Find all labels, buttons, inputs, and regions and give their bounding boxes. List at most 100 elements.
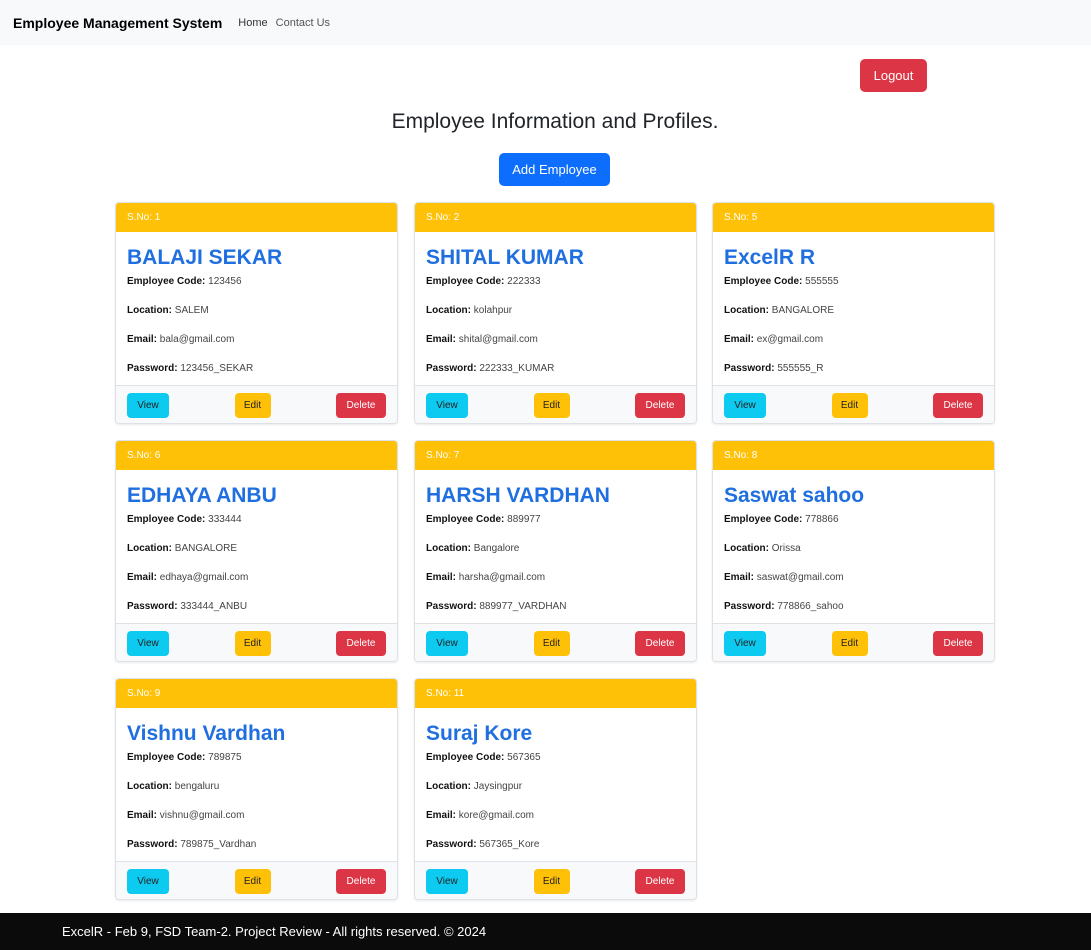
email-label: Email: xyxy=(724,334,755,345)
password-label: Password: xyxy=(426,363,477,374)
card-body: EDHAYA ANBU Employee Code: 333444 Location… xyxy=(116,470,397,623)
delete-button[interactable]: Delete xyxy=(336,869,386,894)
employee-code-label: Employee Code: xyxy=(426,514,505,525)
location-field: Location: Bangalore xyxy=(426,543,685,554)
card-body: Vishnu Vardhan Employee Code: 789875 Locat… xyxy=(116,708,397,861)
top-navbar: Employee Management System Home Contact … xyxy=(0,0,1091,45)
edit-button[interactable]: Edit xyxy=(533,869,570,894)
delete-button[interactable]: Delete xyxy=(336,393,386,418)
employee-code-label: Employee Code: xyxy=(127,276,206,287)
footer-text: ExcelR - Feb 9, FSD Team-2. Project Revi… xyxy=(62,924,487,939)
email-label: Email: xyxy=(426,334,457,345)
view-button[interactable]: View xyxy=(724,393,766,418)
delete-button[interactable]: Delete xyxy=(336,631,386,656)
email-field: Email: ex@gmail.com xyxy=(724,334,983,345)
email-field: Email: kore@gmail.com xyxy=(426,810,685,821)
card-footer: View Edit Delete xyxy=(116,385,397,423)
view-button[interactable]: View xyxy=(724,631,766,656)
card-header: S.No: 2 xyxy=(415,203,696,232)
edit-button[interactable]: Edit xyxy=(533,393,570,418)
employee-name: Suraj Kore xyxy=(426,722,533,745)
delete-button[interactable]: Delete xyxy=(635,869,685,894)
employee-code-label: Employee Code: xyxy=(724,276,803,287)
employee-name: HARSH VARDHAN xyxy=(426,484,610,507)
view-button[interactable]: View xyxy=(426,631,468,656)
email-field: Email: shital@gmail.com xyxy=(426,334,685,345)
email-value: harsha@gmail.com xyxy=(458,572,546,583)
nav-link-home[interactable]: Home xyxy=(238,17,267,29)
view-button[interactable]: View xyxy=(127,631,169,656)
password-value: 123456_SEKAR xyxy=(180,363,254,374)
email-field: Email: bala@gmail.com xyxy=(127,334,386,345)
location-label: Location: xyxy=(724,305,769,316)
edit-button[interactable]: Edit xyxy=(533,631,570,656)
password-label: Password: xyxy=(724,363,775,374)
location-field: Location: bengaluru xyxy=(127,781,386,792)
add-employee-button[interactable]: Add Employee xyxy=(499,153,610,186)
password-label: Password: xyxy=(127,601,178,612)
employee-code-value: 567365 xyxy=(507,752,541,763)
edit-button[interactable]: Edit xyxy=(234,631,271,656)
view-button[interactable]: View xyxy=(426,393,468,418)
serial-number: S.No: 8 xyxy=(724,450,758,461)
delete-button[interactable]: Delete xyxy=(635,393,685,418)
email-label: Email: xyxy=(724,572,755,583)
employee-code-field: Employee Code: 555555 xyxy=(724,276,983,287)
delete-button[interactable]: Delete xyxy=(933,393,983,418)
location-value: Orissa xyxy=(771,543,801,554)
edit-button[interactable]: Edit xyxy=(234,869,271,894)
employee-name: ExcelR R xyxy=(724,246,816,269)
view-button[interactable]: View xyxy=(127,869,169,894)
password-value: 333444_ANBU xyxy=(180,601,248,612)
employee-name: SHITAL KUMAR xyxy=(426,246,584,269)
employee-name: Saswat sahoo xyxy=(724,484,865,507)
logout-button[interactable]: Logout xyxy=(860,59,927,92)
location-label: Location: xyxy=(426,781,471,792)
card-body: SHITAL KUMAR Employee Code: 222333 Locatio… xyxy=(415,232,696,385)
view-button[interactable]: View xyxy=(426,869,468,894)
password-field: Password: 123456_SEKAR xyxy=(127,363,386,374)
view-button[interactable]: View xyxy=(127,393,169,418)
password-value: 555555_R xyxy=(777,363,824,374)
email-field: Email: harsha@gmail.com xyxy=(426,572,685,583)
employee-code-value: 789875 xyxy=(208,752,242,763)
location-field: Location: BANGALORE xyxy=(127,543,386,554)
card-footer: View Edit Delete xyxy=(713,623,994,661)
password-field: Password: 778866_sahoo xyxy=(724,601,983,612)
serial-number: S.No: 5 xyxy=(724,212,758,223)
email-value: ex@gmail.com xyxy=(756,334,824,345)
location-value: SALEM xyxy=(174,305,209,316)
employee-code-label: Employee Code: xyxy=(127,514,206,525)
location-label: Location: xyxy=(426,305,471,316)
location-label: Location: xyxy=(127,543,172,554)
email-value: edhaya@gmail.com xyxy=(159,572,249,583)
employee-card: S.No: 1 BALAJI SEKAR Employee Code: 123456… xyxy=(115,202,398,424)
password-label: Password: xyxy=(127,839,178,850)
card-footer: View Edit Delete xyxy=(116,623,397,661)
nav-link-contact-us[interactable]: Contact Us xyxy=(276,17,330,29)
password-label: Password: xyxy=(127,363,178,374)
edit-button[interactable]: Edit xyxy=(831,393,868,418)
location-field: Location: SALEM xyxy=(127,305,386,316)
serial-number: S.No: 11 xyxy=(426,688,465,699)
serial-number: S.No: 9 xyxy=(127,688,161,699)
location-label: Location: xyxy=(724,543,769,554)
employee-card: S.No: 7 HARSH VARDHAN Employee Code: 88997… xyxy=(414,440,697,662)
employee-code-value: 333444 xyxy=(208,514,242,525)
card-header: S.No: 7 xyxy=(415,441,696,470)
password-value: 889977_VARDHAN xyxy=(479,601,567,612)
delete-button[interactable]: Delete xyxy=(933,631,983,656)
email-label: Email: xyxy=(127,334,158,345)
delete-button[interactable]: Delete xyxy=(635,631,685,656)
location-label: Location: xyxy=(127,305,172,316)
email-label: Email: xyxy=(426,810,457,821)
brand-title[interactable]: Employee Management System xyxy=(13,15,222,31)
location-label: Location: xyxy=(127,781,172,792)
card-header: S.No: 5 xyxy=(713,203,994,232)
employee-card: S.No: 2 SHITAL KUMAR Employee Code: 222333… xyxy=(414,202,697,424)
card-body: Saswat sahoo Employee Code: 778866 Locatio… xyxy=(713,470,994,623)
employee-code-value: 123456 xyxy=(208,276,242,287)
edit-button[interactable]: Edit xyxy=(234,393,271,418)
employee-code-label: Employee Code: xyxy=(724,514,803,525)
edit-button[interactable]: Edit xyxy=(831,631,868,656)
